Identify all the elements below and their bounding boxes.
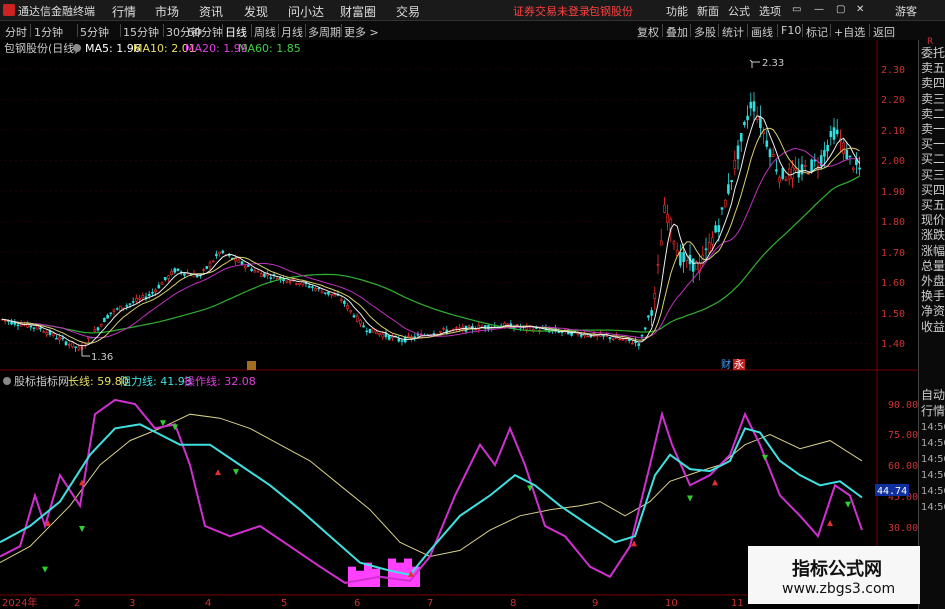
guest-label[interactable]: 游客 bbox=[895, 3, 917, 19]
ind-tick: 30.00 bbox=[888, 523, 918, 534]
menu-ask[interactable]: 问小达 bbox=[288, 3, 324, 20]
panel-auto[interactable]: 自动 bbox=[921, 386, 945, 403]
ind-tick: 60.00 bbox=[888, 461, 918, 472]
menu-trade[interactable]: 交易 bbox=[396, 3, 420, 20]
period-1min[interactable]: 1分钟 bbox=[34, 24, 63, 40]
period-60min[interactable]: 60分钟 bbox=[187, 24, 223, 40]
chart-area[interactable]: 2.30 2.20 2.10 2.00 1.90 1.80 1.70 1.60 … bbox=[0, 40, 918, 609]
menu-wealth[interactable]: 财富圈 bbox=[340, 3, 376, 20]
period-monthly[interactable]: 月线 bbox=[281, 24, 303, 40]
menu-newface[interactable]: 新面 bbox=[697, 3, 719, 19]
resistance-line-legend: 阻力线: 41.93 bbox=[120, 374, 192, 388]
date-tick: 7 bbox=[427, 598, 433, 609]
ma60-legend: MA60: 1.85 bbox=[238, 42, 301, 55]
panel-time: 14:50 bbox=[921, 502, 945, 513]
main-chart-title: 包钢股份(日线) bbox=[4, 41, 79, 55]
date-tick: 2024年 bbox=[2, 596, 37, 609]
period-toolbar: 分时 1分钟 5分钟 15分钟 30分钟 60分钟 日线 周线 月线 多周期 更… bbox=[0, 21, 945, 41]
menu-discover[interactable]: 发现 bbox=[244, 3, 268, 20]
price-tick: 2.10 bbox=[881, 126, 905, 137]
date-tick: 5 bbox=[281, 598, 287, 609]
minimize-icon[interactable]: — bbox=[814, 4, 824, 15]
ind-tick: 90.00 bbox=[888, 400, 918, 411]
panel-time: 14:50 bbox=[921, 438, 945, 449]
tool-restore-rights[interactable]: 复权 bbox=[637, 24, 659, 40]
tool-f10[interactable]: F10 bbox=[781, 24, 801, 37]
date-tick: 3 bbox=[129, 598, 135, 609]
date-tick: 6 bbox=[354, 598, 360, 609]
ind-tick: 75.00 bbox=[888, 430, 918, 441]
date-tick: 2 bbox=[74, 598, 80, 609]
event-mark-finance[interactable]: 财 bbox=[721, 358, 731, 371]
period-5min[interactable]: 5分钟 bbox=[80, 24, 109, 40]
menu-function[interactable]: 功能 bbox=[666, 3, 688, 19]
close-icon[interactable]: ✕ bbox=[856, 4, 864, 15]
event-mark-forever[interactable]: 永 bbox=[734, 358, 744, 371]
tool-add-watchlist[interactable]: +自选 bbox=[834, 24, 865, 40]
tool-draw[interactable]: 画线 bbox=[751, 24, 773, 40]
period-multi[interactable]: 多周期 bbox=[308, 24, 341, 40]
trade-status[interactable]: 证券交易未登录 bbox=[513, 3, 590, 19]
price-tick: 2.30 bbox=[881, 65, 905, 76]
date-tick: 9 bbox=[592, 598, 598, 609]
price-tick: 2.20 bbox=[881, 95, 905, 106]
minimize-small-icon[interactable]: ▭ bbox=[792, 4, 801, 15]
settings-dot-icon[interactable] bbox=[73, 44, 81, 52]
quote-side-panel: R 委托 卖五 卖四 卖三 卖二 卖一 买一 买二 买三 买四 买五 现价 涨跌 涨幅 总量 外盘 换手 净资 收益… bbox=[918, 37, 945, 609]
app-logo-icon bbox=[3, 4, 15, 16]
tool-mark[interactable]: 标记 bbox=[806, 24, 828, 40]
tool-back[interactable]: 返回 bbox=[873, 24, 895, 40]
tool-overlay[interactable]: 叠加 bbox=[666, 24, 688, 40]
indicator-settings-icon[interactable] bbox=[3, 377, 11, 385]
low-price-label: 1.36 bbox=[91, 352, 113, 363]
period-more[interactable]: 更多 > bbox=[344, 24, 379, 40]
date-tick: 10 bbox=[665, 598, 678, 609]
tool-multi-stock[interactable]: 多股 bbox=[694, 24, 716, 40]
price-tick: 1.80 bbox=[881, 217, 905, 228]
period-15min[interactable]: 15分钟 bbox=[123, 24, 159, 40]
period-daily[interactable]: 日线 bbox=[225, 24, 247, 40]
watermark: 指标公式网 www.zbgs3.com bbox=[748, 546, 920, 604]
menu-news[interactable]: 资讯 bbox=[199, 3, 223, 20]
panel-quotes[interactable]: 行情 bbox=[921, 402, 945, 419]
maximize-icon[interactable]: ▢ bbox=[836, 4, 845, 15]
period-tick[interactable]: 分时 bbox=[5, 24, 27, 40]
menu-options[interactable]: 选项 bbox=[759, 3, 781, 19]
panel-time: 14:50 bbox=[921, 470, 945, 481]
operation-line-legend: 操作线: 32.08 bbox=[184, 374, 256, 388]
price-tick: 1.90 bbox=[881, 187, 905, 198]
price-tick: 2.00 bbox=[881, 156, 905, 167]
panel-time: 14:50 bbox=[921, 454, 945, 465]
app-title: 通达信金融终端 bbox=[18, 5, 95, 18]
panel-time: 14:50 bbox=[921, 422, 945, 433]
date-tick: 11 bbox=[731, 598, 744, 609]
tool-stats[interactable]: 统计 bbox=[722, 24, 744, 40]
watermark-title: 指标公式网 bbox=[792, 559, 882, 580]
indicator-name: 股标指标网 bbox=[14, 374, 69, 388]
menu-bar: 通达信金融终端 行情 市场 资讯 发现 问小达 财富圈 交易 证券交易未登录 包… bbox=[0, 0, 945, 21]
current-value-tag: 44.74 bbox=[877, 486, 907, 497]
price-tick: 1.50 bbox=[881, 309, 905, 320]
menu-market[interactable]: 市场 bbox=[155, 3, 179, 20]
date-tick: 8 bbox=[510, 598, 516, 609]
panel-field-18: 收益 bbox=[921, 319, 945, 334]
period-weekly[interactable]: 周线 bbox=[254, 24, 276, 40]
menu-quotes[interactable]: 行情 bbox=[112, 3, 136, 20]
event-marker-icon[interactable] bbox=[247, 361, 256, 370]
price-tick: 1.70 bbox=[881, 248, 905, 259]
date-tick: 4 bbox=[205, 598, 211, 609]
menu-formula[interactable]: 公式 bbox=[728, 3, 750, 19]
stock-name-top: 包钢股份 bbox=[589, 5, 633, 18]
price-tick: 1.60 bbox=[881, 278, 905, 289]
price-tick: 1.40 bbox=[881, 339, 905, 350]
watermark-url: www.zbgs3.com bbox=[782, 581, 896, 597]
panel-time: 14:50 bbox=[921, 486, 945, 497]
high-price-label: 2.33 bbox=[762, 58, 784, 69]
